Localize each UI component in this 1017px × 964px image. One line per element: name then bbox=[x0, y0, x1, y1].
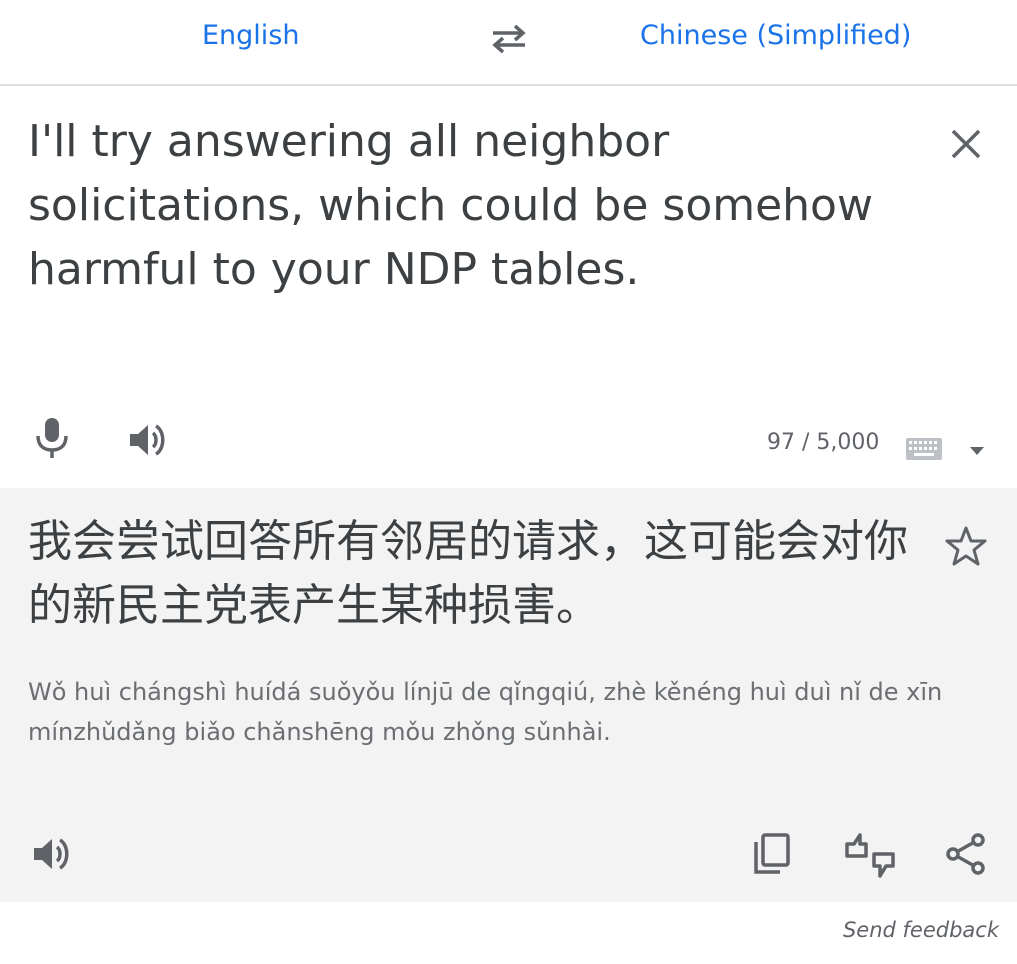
source-text-input[interactable]: I'll try answering all neighbor solicita… bbox=[28, 110, 928, 302]
speaker-icon[interactable] bbox=[30, 834, 74, 874]
chevron-down-icon[interactable] bbox=[968, 446, 986, 456]
send-feedback-link[interactable]: Send feedback bbox=[843, 918, 999, 942]
source-toolbar: 97 / 5,000 bbox=[0, 406, 1017, 476]
share-icon[interactable] bbox=[944, 832, 988, 876]
clear-icon[interactable] bbox=[944, 122, 988, 166]
translation-panel: 我会尝试回答所有邻居的请求，这可能会对你的新民主党表产生某种损害。 Wǒ huì… bbox=[0, 488, 1017, 902]
source-panel: I'll try answering all neighbor solicita… bbox=[0, 88, 1017, 486]
microphone-icon[interactable] bbox=[32, 416, 72, 460]
speaker-icon[interactable] bbox=[126, 420, 170, 460]
keyboard-icon[interactable] bbox=[906, 438, 942, 460]
rate-translation-icon[interactable] bbox=[844, 832, 896, 880]
transliteration-text: Wǒ huì chángshì huídá suǒyǒu línjū de qǐ… bbox=[28, 678, 943, 746]
target-language-button[interactable]: Chinese (Simplified) bbox=[640, 20, 911, 51]
copy-icon[interactable] bbox=[752, 832, 792, 876]
star-icon[interactable] bbox=[944, 524, 988, 568]
character-count: 97 / 5,000 bbox=[767, 430, 880, 455]
translation-text: 我会尝试回答所有邻居的请求，这可能会对你的新民主党表产生某种损害。 bbox=[28, 516, 908, 631]
swap-languages-icon[interactable] bbox=[487, 20, 531, 56]
translation-toolbar bbox=[0, 828, 1017, 888]
source-language-button[interactable]: English bbox=[202, 20, 300, 51]
language-bar: English Chinese (Simplified) bbox=[0, 0, 1017, 86]
